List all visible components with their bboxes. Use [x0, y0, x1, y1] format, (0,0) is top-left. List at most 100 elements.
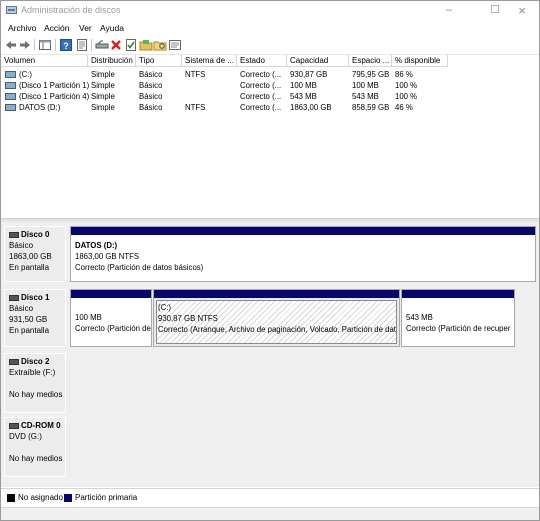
disk-info[interactable]: CD-ROM 0 DVD (G:) No hay medios: [4, 417, 66, 477]
column-header-tipo[interactable]: Tipo: [136, 55, 182, 67]
cell-free-space: 543 MB: [352, 92, 379, 101]
column-header-espacio[interactable]: Espacio ...: [349, 55, 392, 67]
disk-name: Disco 0: [21, 230, 50, 239]
disk-row: Disco 2 Extraíble (F:) No hay medios: [1, 353, 539, 413]
close-window-button[interactable]: ×: [504, 1, 539, 20]
disk-row: Disco 1 Básico 931,50 GB En pantalla 100…: [1, 289, 539, 347]
disk-type: Básico: [9, 241, 34, 250]
cell-type: Básico: [139, 81, 163, 90]
cell-capacity: 930,87 GB: [290, 70, 328, 79]
cell-distribution: Simple: [91, 81, 115, 90]
disk-status: No hay medios: [9, 390, 63, 399]
disk-info[interactable]: Disco 1 Básico 931,50 GB En pantalla: [4, 289, 66, 347]
menu-archivo[interactable]: Archivo: [8, 23, 36, 33]
disk-info[interactable]: Disco 0 Básico 1863,00 GB En pantalla: [4, 226, 66, 282]
menu-accion[interactable]: Acción: [44, 23, 70, 33]
cell-distribution: Simple: [91, 92, 115, 101]
partition-title: DATOS (D:): [75, 241, 118, 250]
disk-management-app-icon: [6, 6, 17, 14]
legend-label-unallocated: No asignado: [18, 493, 63, 502]
disk-row: CD-ROM 0 DVD (G:) No hay medios: [1, 417, 539, 477]
cell-percent-free: 86 %: [395, 70, 413, 79]
empty-disk-area: [70, 417, 537, 477]
back-arrow-icon[interactable]: [4, 38, 18, 52]
cell-type: Básico: [139, 103, 163, 112]
partition[interactable]: (C:) 930,87 GB NTFS Correcto (Arranque, …: [153, 289, 400, 347]
menu-bar: Archivo Acción Ver Ayuda: [1, 21, 539, 36]
column-header-estado[interactable]: Estado: [237, 55, 287, 67]
menu-ayuda[interactable]: Ayuda: [100, 23, 124, 33]
cell-type: Básico: [139, 70, 163, 79]
column-header-sistema[interactable]: Sistema de ...: [182, 55, 237, 67]
cell-filesystem: NTFS: [185, 103, 206, 112]
partition-status: Correcto (Arranque, Archivo de paginació…: [158, 325, 396, 334]
console-tree-icon[interactable]: [38, 38, 52, 52]
cell-capacity: 543 MB: [290, 92, 317, 101]
explore-icon[interactable]: [153, 38, 167, 52]
cell-free-space: 795,95 GB: [352, 70, 390, 79]
status-bar: [1, 507, 539, 520]
disk-management-window: Administración de discos – ☐ × Archivo A…: [0, 0, 540, 521]
cell-distribution: Simple: [91, 103, 115, 112]
primary-partition-bar: [154, 290, 399, 298]
cell-volume: (Disco 1 Partición 1): [19, 81, 90, 90]
partition[interactable]: 100 MB Correcto (Partición de: [70, 289, 152, 347]
volume-icon: [5, 82, 16, 90]
disk-info[interactable]: Disco 2 Extraíble (F:) No hay medios: [4, 353, 66, 413]
properties-icon[interactable]: [75, 38, 89, 52]
empty-disk-area: [70, 353, 537, 413]
partition-size: 100 MB: [75, 313, 102, 322]
column-header-distribucion[interactable]: Distribución: [88, 55, 136, 67]
partition[interactable]: 543 MB Correcto (Partición de recuper: [401, 289, 515, 347]
disk-name: CD-ROM 0: [21, 421, 61, 430]
forward-arrow-icon[interactable]: [18, 38, 32, 52]
window-title: Administración de discos: [21, 5, 121, 15]
hard-disk-icon: [9, 231, 19, 238]
cell-percent-free: 46 %: [395, 103, 413, 112]
console-icon[interactable]: [168, 38, 182, 52]
delete-icon[interactable]: [109, 38, 123, 52]
partition-size: 930,87 GB NTFS: [158, 314, 218, 323]
partition-size: 1863,00 GB NTFS: [75, 252, 140, 261]
volume-list: Volumen Distribución Tipo Sistema de ...…: [1, 55, 539, 218]
disk-type: Básico: [9, 304, 34, 313]
check-icon[interactable]: [124, 38, 138, 52]
help-icon[interactable]: ?: [59, 38, 73, 52]
disk-graphical-view: Disco 0 Básico 1863,00 GB En pantalla DA…: [1, 222, 539, 487]
primary-partition-bar: [402, 290, 514, 298]
column-header-volumen[interactable]: Volumen: [1, 55, 88, 67]
partition-status: Correcto (Partición de recuper: [406, 324, 511, 333]
removable-disk-icon: [9, 358, 19, 365]
minimize-button[interactable]: –: [431, 1, 467, 20]
connect-disk-icon[interactable]: [95, 38, 109, 52]
menu-ver[interactable]: Ver: [79, 23, 92, 33]
cell-status: Correcto (...: [240, 103, 282, 112]
legend-swatch-unallocated: [7, 494, 15, 502]
partition[interactable]: DATOS (D:) 1863,00 GB NTFS Correcto (Par…: [70, 226, 536, 282]
legend-label-primary: Partición primaria: [75, 493, 138, 502]
cell-status: Correcto (...: [240, 92, 282, 101]
cell-percent-free: 100 %: [395, 92, 418, 101]
column-header-disponible[interactable]: % disponible: [392, 55, 448, 67]
cell-distribution: Simple: [91, 70, 115, 79]
svg-text:?: ?: [63, 41, 69, 51]
partition-status: Correcto (Partición de: [75, 324, 151, 333]
disk-size: 931,50 GB: [9, 315, 48, 324]
volume-icon: [5, 93, 16, 101]
volume-icon: [5, 71, 16, 79]
disk-status: No hay medios: [9, 454, 63, 463]
disk-size: 1863,00 GB: [9, 252, 52, 261]
toolbar: ?: [1, 36, 539, 55]
disk-name: Disco 1: [21, 293, 50, 302]
hard-disk-icon: [9, 294, 19, 301]
cell-free-space: 100 MB: [352, 81, 379, 90]
cell-type: Básico: [139, 92, 163, 101]
partition-status: Correcto (Partición de datos básicos): [75, 263, 204, 272]
primary-partition-bar: [71, 227, 535, 235]
cell-capacity: 100 MB: [290, 81, 317, 90]
legend-swatch-primary: [64, 494, 72, 502]
legend: No asignado Partición primaria: [1, 488, 539, 507]
column-header-capacidad[interactable]: Capacidad: [287, 55, 349, 67]
open-folder-icon[interactable]: [139, 38, 153, 52]
partition-size: 543 MB: [406, 313, 433, 322]
